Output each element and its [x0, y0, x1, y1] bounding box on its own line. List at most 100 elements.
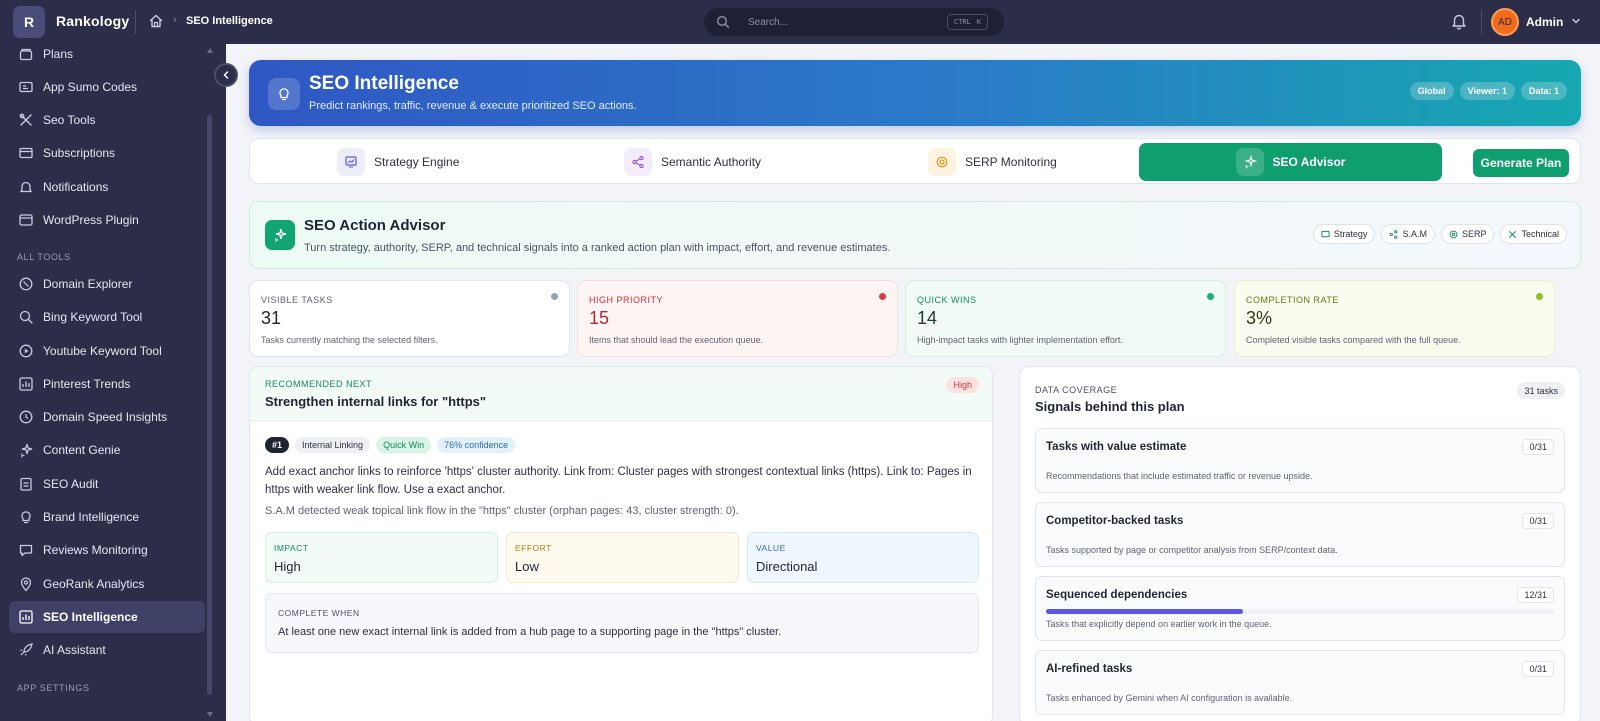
sidebar-item-app-sumo-codes[interactable]: App Sumo Codes — [9, 71, 205, 103]
sidebar-item-label: Pinterest Trends — [43, 377, 131, 391]
pin-icon — [20, 577, 32, 592]
coverage-item-count: 12/31 — [1517, 587, 1554, 603]
sidebar-item-wordpress-plugin[interactable]: WordPress Plugin — [9, 204, 205, 236]
scroll-up-arrow[interactable] — [207, 48, 213, 53]
sidebar: Plans App Sumo Codes Seo Tools Subscript… — [0, 44, 226, 721]
recommended-header: RECOMMENDED NEXT Strengthen internal lin… — [250, 367, 992, 421]
coverage-title: Signals behind this plan — [1035, 399, 1185, 414]
home-icon[interactable] — [148, 13, 164, 29]
stat-description: Items that should lead the execution que… — [589, 335, 764, 345]
tab-label: Strategy Engine — [374, 155, 460, 169]
tab-strategy-engine[interactable]: Strategy Engine — [337, 143, 459, 181]
sidebar-item-seo-audit[interactable]: SEO Audit — [9, 468, 205, 500]
sidebar-item-label: Bing Keyword Tool — [43, 310, 143, 324]
task-evidence: S.A.M detected weak topical link flow in… — [265, 505, 739, 517]
notifications-bell-icon[interactable] — [1450, 12, 1468, 30]
hero-pills: Global Viewer: 1 Data: 1 — [1409, 82, 1567, 100]
chart-icon — [19, 377, 33, 391]
status-dot — [1536, 293, 1543, 300]
tab-semantic-authority[interactable]: Semantic Authority — [624, 143, 761, 181]
sidebar-item-pinterest-trends[interactable]: Pinterest Trends — [9, 368, 205, 400]
sidebar-item-bing-keyword-tool[interactable]: Bing Keyword Tool — [9, 301, 205, 333]
sidebar-item-label: App Sumo Codes — [43, 80, 138, 94]
sidebar-item-seo-intelligence[interactable]: SEO Intelligence — [9, 601, 205, 633]
coverage-item: Sequenced dependencies 12/31 Tasks that … — [1035, 576, 1565, 641]
sidebar-item-ai-assistant[interactable]: AI Assistant — [9, 634, 205, 666]
chip-sam[interactable]: S.A.M — [1381, 224, 1435, 244]
effort-value: Low — [515, 559, 539, 574]
sidebar-item-reviews-monitoring[interactable]: Reviews Monitoring — [9, 534, 205, 566]
sidebar-section-all-tools: ALL TOOLS — [17, 252, 71, 262]
coverage-item-description: Recommendations that include estimated t… — [1046, 471, 1313, 481]
sidebar-item-youtube-keyword-tool[interactable]: Youtube Keyword Tool — [9, 335, 205, 367]
chip-label: Technical — [1521, 229, 1559, 239]
scroll-down-arrow[interactable] — [207, 712, 213, 717]
shortcut-hint: CTRL K — [946, 14, 988, 30]
coverage-label: DATA COVERAGE — [1035, 385, 1118, 395]
coverage-item: AI-refined tasks 0/31 Tasks enhanced by … — [1035, 650, 1565, 715]
tab-seo-advisor[interactable]: SEO Advisor — [1139, 143, 1442, 181]
sidebar-item-subscriptions[interactable]: Subscriptions — [9, 137, 205, 169]
breadcrumb-current: SEO Intelligence — [186, 15, 273, 27]
quick-win-tag: Quick Win — [376, 437, 432, 453]
coverage-item-description: Tasks that explicitly depend on earlier … — [1046, 619, 1272, 629]
sidebar-item-georank-analytics[interactable]: GeoRank Analytics — [9, 568, 205, 600]
sidebar-item-label: GeoRank Analytics — [43, 577, 145, 591]
tab-serp-monitoring[interactable]: SERP Monitoring — [928, 143, 1057, 181]
sidebar-item-domain-explorer[interactable]: Domain Explorer — [9, 268, 205, 300]
value-label: VALUE — [756, 543, 786, 553]
sidebar-item-label: SEO Intelligence — [43, 610, 138, 624]
stat-label: VISIBLE TASKS — [261, 295, 333, 305]
shortcut-key: K — [976, 18, 981, 26]
target-icon — [1449, 230, 1458, 238]
audit-icon — [20, 477, 32, 491]
stat-quick-wins: QUICK WINS 14 High-impact tasks with lig… — [905, 280, 1226, 357]
shortcut-ctrl: CTRL — [953, 18, 971, 26]
sidebar-item-domain-speed-insights[interactable]: Domain Speed Insights — [9, 401, 205, 433]
task-count-badge: 31 tasks — [1517, 382, 1565, 399]
coverage-item-description: Tasks supported by page or competitor an… — [1046, 545, 1338, 555]
search-input[interactable]: Search... — [748, 17, 788, 28]
chip-strategy[interactable]: Strategy — [1312, 224, 1376, 244]
user-name[interactable]: Admin — [1526, 15, 1563, 29]
ticket-icon — [19, 81, 33, 93]
target-icon — [928, 148, 956, 176]
task-tags: #1 Internal Linking Quick Win 76% confid… — [265, 437, 516, 453]
stat-description: High-impact tasks with lighter implement… — [917, 335, 1123, 345]
completion-criteria: COMPLETE WHEN At least one new exact int… — [265, 593, 979, 653]
chevron-down-icon[interactable] — [1571, 16, 1581, 26]
tab-label: SEO Advisor — [1272, 155, 1346, 169]
sidebar-item-seo-tools[interactable]: Seo Tools — [9, 104, 205, 136]
rank-tag: #1 — [265, 437, 290, 453]
bulb-icon — [21, 511, 31, 524]
sparkle-icon — [21, 443, 33, 458]
chip-label: Strategy — [1333, 229, 1368, 239]
chip-technical[interactable]: Technical — [1500, 224, 1567, 244]
sidebar-item-content-genie[interactable]: Content Genie — [9, 434, 205, 466]
stat-value: 3% — [1246, 308, 1273, 328]
sidebar-scrollbar[interactable] — [207, 115, 212, 695]
coverage-item-title: Tasks with value estimate — [1046, 441, 1187, 453]
coverage-item-title: Sequenced dependencies — [1046, 589, 1188, 601]
search-bar[interactable]: Search... CTRL K — [704, 8, 1004, 36]
chart-icon — [19, 610, 33, 624]
sidebar-item-label: Seo Tools — [43, 113, 96, 127]
search-icon — [716, 15, 730, 29]
sidebar-item-label: Reviews Monitoring — [43, 543, 148, 557]
clock-icon — [19, 410, 33, 424]
card-icon — [19, 147, 33, 159]
value-value: Directional — [756, 559, 818, 574]
share-icon — [624, 148, 652, 176]
impact-label: IMPACT — [274, 543, 309, 553]
app-name[interactable]: Rankology — [56, 13, 129, 29]
collapse-sidebar-button[interactable] — [214, 63, 238, 87]
sidebar-item-plans[interactable]: Plans — [9, 38, 205, 70]
stat-value: 15 — [589, 308, 610, 328]
app-logo[interactable]: R — [13, 6, 45, 38]
chip-serp[interactable]: SERP — [1440, 224, 1495, 244]
sidebar-item-notifications[interactable]: Notifications — [9, 171, 205, 203]
tab-label: Semantic Authority — [661, 155, 762, 169]
avatar[interactable]: AD — [1491, 8, 1519, 36]
generate-plan-button[interactable]: Generate Plan — [1473, 149, 1569, 177]
sidebar-item-brand-intelligence[interactable]: Brand Intelligence — [9, 501, 205, 533]
